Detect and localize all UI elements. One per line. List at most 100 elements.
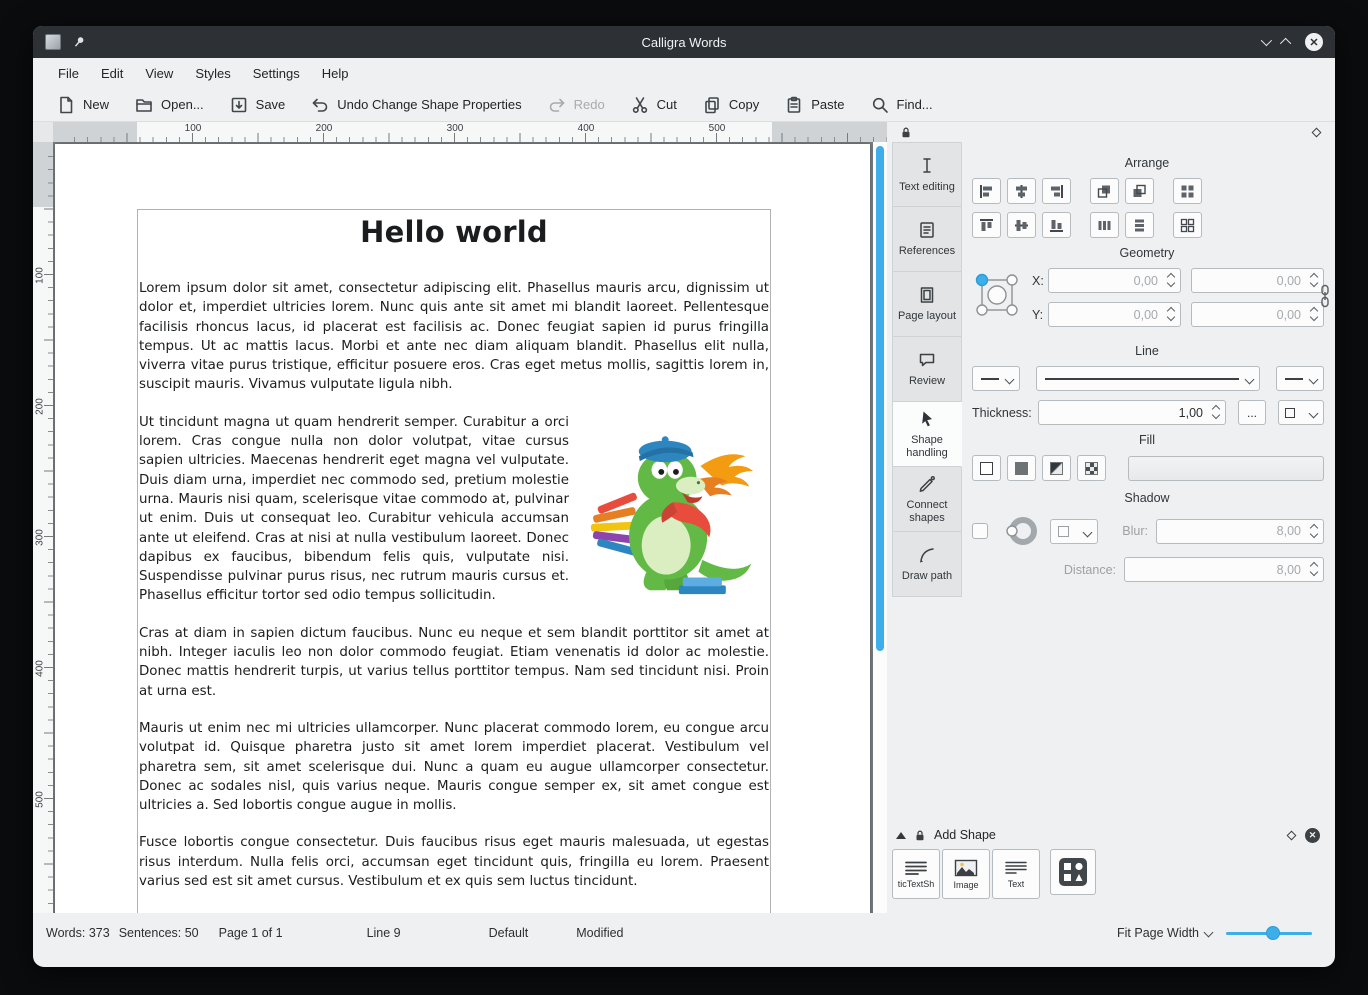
shadow-color-combo[interactable] bbox=[1050, 519, 1098, 544]
distribute-horizontal-button[interactable] bbox=[1090, 212, 1119, 238]
vertical-ruler[interactable]: 100 200 300 400 500 bbox=[33, 142, 53, 913]
undo-button[interactable]: Undo Change Shape Properties bbox=[300, 92, 531, 118]
align-left-button[interactable] bbox=[972, 178, 1001, 204]
tab-draw-path[interactable]: Draw path bbox=[892, 532, 962, 597]
x-position-field[interactable]: 0,00 bbox=[1048, 268, 1181, 293]
konqi-mascot-image[interactable] bbox=[581, 425, 767, 599]
lower-shape-button[interactable] bbox=[1125, 178, 1154, 204]
shape-image[interactable]: Image bbox=[942, 849, 990, 899]
paste-button[interactable]: Paste bbox=[774, 92, 854, 118]
thickness-field[interactable]: 1,00 bbox=[1038, 400, 1226, 425]
close-icon[interactable]: ✕ bbox=[1305, 33, 1323, 51]
menu-view[interactable]: View bbox=[134, 62, 184, 85]
group-shapes-button[interactable] bbox=[1173, 178, 1202, 204]
fill-solid-button[interactable] bbox=[1007, 455, 1036, 481]
line-marker-combo[interactable] bbox=[1278, 400, 1324, 425]
vertical-scrollbar[interactable] bbox=[873, 142, 887, 913]
copy-button[interactable]: Copy bbox=[692, 92, 769, 118]
open-button[interactable]: Open... bbox=[124, 92, 214, 118]
align-right-button[interactable] bbox=[1042, 178, 1071, 204]
shape-text[interactable]: Text bbox=[992, 849, 1040, 899]
shade-window-icon[interactable] bbox=[1261, 35, 1272, 46]
anchor-position-selector[interactable] bbox=[970, 268, 1024, 324]
fill-color-bar[interactable] bbox=[1128, 456, 1324, 481]
line-indicator[interactable]: Line 9 bbox=[367, 924, 401, 942]
tab-page-layout[interactable]: Page layout bbox=[892, 272, 962, 337]
tab-review[interactable]: Review bbox=[892, 337, 962, 402]
connect-pencil-icon bbox=[917, 474, 937, 494]
fill-none-button[interactable] bbox=[972, 455, 1001, 481]
paragraph: Fusce lobortis congue consectetur. Duis … bbox=[139, 833, 769, 891]
fill-pattern-button[interactable] bbox=[1077, 455, 1106, 481]
distribute-vertical-button[interactable] bbox=[1125, 212, 1154, 238]
close-docker-icon[interactable]: ✕ bbox=[1305, 828, 1320, 843]
line-more-button[interactable]: ... bbox=[1238, 400, 1266, 425]
shadow-section-title: Shadow bbox=[970, 491, 1324, 505]
page-indicator[interactable]: Page 1 of 1 bbox=[219, 924, 283, 942]
align-bottom-button[interactable] bbox=[1042, 212, 1071, 238]
align-top-button[interactable] bbox=[972, 212, 1001, 238]
search-icon bbox=[870, 95, 890, 115]
line-cap-combo[interactable] bbox=[972, 366, 1020, 391]
y-position-field[interactable]: 0,00 bbox=[1048, 302, 1181, 327]
save-button[interactable]: Save bbox=[219, 92, 296, 118]
copy-icon bbox=[702, 95, 722, 115]
shape-static-text[interactable]: ticTextSh bbox=[892, 849, 940, 899]
menu-styles[interactable]: Styles bbox=[184, 62, 241, 85]
align-vcenter-button[interactable] bbox=[1007, 212, 1036, 238]
line-style-combo[interactable] bbox=[1036, 366, 1260, 391]
float-docker-icon[interactable] bbox=[1312, 127, 1322, 137]
float-docker-icon[interactable] bbox=[1287, 830, 1297, 840]
style-indicator[interactable]: Default bbox=[489, 924, 529, 942]
keep-aspect-ratio-icon[interactable] bbox=[1319, 284, 1331, 308]
add-shape-header[interactable]: Add Shape ✕ bbox=[892, 825, 1332, 845]
new-button[interactable]: New bbox=[46, 92, 119, 118]
shadow-distance-field[interactable]: 8,00 bbox=[1124, 557, 1324, 582]
tab-references[interactable]: References bbox=[892, 207, 962, 272]
scrollbar-thumb[interactable] bbox=[876, 146, 884, 651]
lock-icon[interactable] bbox=[914, 829, 926, 842]
menu-edit[interactable]: Edit bbox=[90, 62, 134, 85]
save-icon bbox=[229, 95, 249, 115]
maximize-icon[interactable] bbox=[1280, 38, 1291, 49]
redo-button[interactable]: Redo bbox=[537, 92, 615, 118]
distance-label: Distance: bbox=[1034, 563, 1124, 577]
menu-settings[interactable]: Settings bbox=[242, 62, 311, 85]
konqi-drawing bbox=[581, 425, 767, 599]
align-hcenter-button[interactable] bbox=[1007, 178, 1036, 204]
height-field[interactable]: 0,00 bbox=[1191, 302, 1324, 327]
collapse-docker-icon[interactable] bbox=[896, 832, 906, 839]
raise-shape-button[interactable] bbox=[1090, 178, 1119, 204]
width-field[interactable]: 0,00 bbox=[1191, 268, 1324, 293]
shadow-blur-field[interactable]: 8,00 bbox=[1156, 519, 1324, 544]
zoom-slider[interactable] bbox=[1226, 924, 1312, 942]
line-join-combo[interactable] bbox=[1276, 366, 1324, 391]
text-frame[interactable]: Hello world Lorem ipsum dolor sit amet, … bbox=[137, 209, 771, 913]
window-title: Calligra Words bbox=[33, 35, 1335, 50]
paragraph: Mauris ut enim nec mi ultricies ullamcor… bbox=[139, 719, 769, 815]
lock-icon[interactable] bbox=[900, 126, 912, 139]
cut-button[interactable]: Cut bbox=[620, 92, 687, 118]
tab-connect-shapes[interactable]: Connect shapes bbox=[892, 467, 962, 532]
pin-icon[interactable] bbox=[72, 35, 86, 49]
shadow-enable-checkbox[interactable] bbox=[972, 523, 988, 539]
docker-header[interactable] bbox=[887, 122, 1332, 142]
menu-help[interactable]: Help bbox=[311, 62, 360, 85]
document-heading: Hello world bbox=[139, 215, 769, 249]
shadow-angle-dial[interactable] bbox=[1004, 513, 1040, 549]
tab-shape-handling[interactable]: Shape handling bbox=[892, 402, 962, 467]
shape-collections-button[interactable] bbox=[1050, 849, 1096, 895]
fill-gradient-button[interactable] bbox=[1042, 455, 1071, 481]
document-canvas[interactable]: Hello world Lorem ipsum dolor sit amet, … bbox=[53, 142, 873, 913]
titlebar[interactable]: Calligra Words ✕ bbox=[33, 26, 1335, 58]
tab-text-editing[interactable]: Text editing bbox=[892, 142, 962, 207]
horizontal-ruler[interactable]: 100 200 300 400 500 bbox=[53, 122, 887, 142]
image-icon bbox=[954, 859, 978, 877]
zoom-mode-chevron-icon[interactable] bbox=[1204, 927, 1214, 937]
tool-options-docker: Text editing References bbox=[887, 122, 1335, 913]
menu-file[interactable]: File bbox=[47, 62, 90, 85]
zoom-mode[interactable]: Fit Page Width bbox=[1117, 924, 1199, 942]
find-button[interactable]: Find... bbox=[860, 92, 943, 118]
ungroup-shapes-button[interactable] bbox=[1173, 212, 1202, 238]
zoom-slider-knob[interactable] bbox=[1266, 926, 1280, 940]
